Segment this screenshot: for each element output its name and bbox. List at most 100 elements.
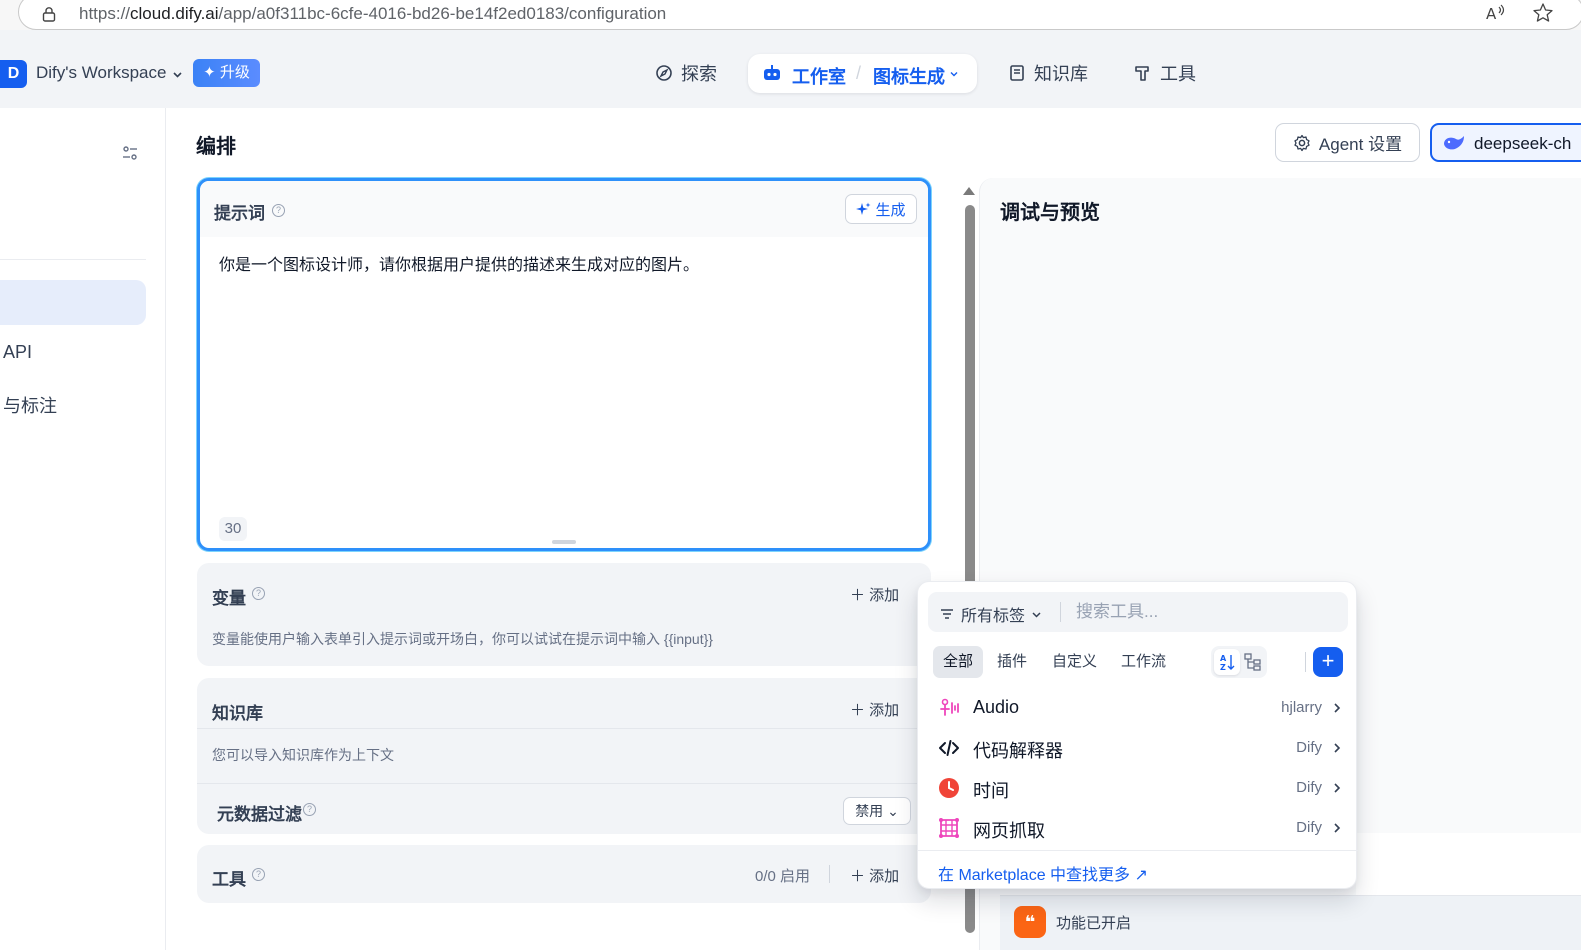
help-icon[interactable]: ?	[303, 803, 316, 816]
compass-icon	[656, 65, 672, 81]
nav-tools-label: 工具	[1160, 64, 1196, 84]
quote-icon: ❝	[1014, 906, 1046, 938]
tool-author: Dify	[1296, 779, 1322, 796]
tool-name: Audio	[973, 697, 1020, 717]
robot-icon	[764, 65, 780, 80]
browser-toolbar: https://cloud.dify.ai/app/a0f311bc-6cfe-…	[0, 0, 1581, 30]
page-title: 编排	[196, 136, 236, 158]
debug-chat-area	[1356, 833, 1581, 895]
prompt-char-count: 30	[219, 517, 247, 541]
audio-icon	[940, 698, 959, 716]
metadata-filter-select[interactable]: 禁用 ⌄	[843, 797, 911, 825]
code-icon	[939, 740, 959, 756]
tools-title: 工具	[212, 870, 246, 889]
tool-author: Dify	[1296, 819, 1322, 836]
sidebar-item-orchestrate[interactable]	[0, 280, 146, 325]
sort-az-icon: AZ	[1220, 654, 1235, 672]
tool-picker-popover: 所有标签 全部 插件 自定义 工作流 AZ + Audio hjlarry 代码…	[917, 581, 1358, 889]
read-aloud-icon[interactable]: A	[1484, 2, 1506, 24]
clock-icon	[939, 778, 959, 798]
nav-studio[interactable]: 工作室 / 图标生成	[748, 54, 977, 93]
tool-item-audio[interactable]: Audio hjlarry	[918, 688, 1358, 728]
agent-settings-button[interactable]: Agent 设置	[1275, 123, 1420, 162]
tree-view-button[interactable]	[1240, 649, 1266, 675]
nav-studio-label: 工作室	[792, 67, 846, 87]
variables-add-button[interactable]: ＋ 添加	[850, 584, 899, 605]
resize-handle[interactable]	[552, 540, 576, 544]
tool-search-input[interactable]	[1076, 600, 1336, 624]
address-url[interactable]: https://cloud.dify.ai/app/a0f311bc-6cfe-…	[79, 4, 666, 24]
sidebar-toggle-icon[interactable]	[121, 144, 139, 162]
tool-item-code-interpreter[interactable]: 代码解释器 Dify	[918, 728, 1358, 768]
prompt-title: 提示词	[214, 204, 265, 223]
chevron-right-icon	[1334, 783, 1341, 793]
tool-name: 时间	[973, 781, 1009, 801]
web-scraper-icon	[939, 818, 959, 838]
tool-name: 网页抓取	[973, 821, 1045, 841]
tag-filter-dropdown[interactable]: 所有标签	[939, 602, 1042, 626]
sidebar-item-logs[interactable]: 与标注	[3, 392, 57, 418]
agent-settings-label: Agent 设置	[1318, 135, 1403, 154]
help-icon[interactable]: ?	[252, 868, 265, 881]
marketplace-link[interactable]: 在 Marketplace 中查找更多 ↗	[938, 861, 1148, 885]
tools-add-button[interactable]: ＋ 添加	[850, 865, 899, 886]
workspace-name[interactable]: Dify's Workspace	[36, 63, 166, 83]
nav-tools[interactable]: 工具	[1134, 54, 1196, 92]
upgrade-button[interactable]: ✦ 升级	[193, 59, 260, 87]
nav-explore[interactable]: 探索	[655, 54, 717, 92]
svg-text:A: A	[1220, 654, 1227, 663]
prompt-header: 提示词 ? 生成	[200, 181, 928, 237]
sidebar-item-api[interactable]: API	[3, 342, 32, 363]
help-icon[interactable]: ?	[252, 587, 265, 600]
debug-title: 调试与预览	[1000, 202, 1100, 224]
knowledge-divider	[197, 728, 931, 729]
variables-card: 变量 ? ＋ 添加 变量能使用户输入表单引入提示词或开场白，你可以试试在提示词中…	[197, 563, 931, 666]
variables-description: 变量能使用户输入表单引入提示词或开场白，你可以试试在提示词中输入 {{input…	[212, 631, 713, 647]
help-icon[interactable]: ?	[272, 204, 285, 217]
knowledge-add-button[interactable]: ＋ 添加	[850, 699, 899, 720]
tab-custom[interactable]: 自定义	[1042, 646, 1107, 678]
generate-label: 生成	[875, 201, 906, 219]
model-selector[interactable]: deepseek-ch	[1430, 123, 1581, 162]
tool-search-bar: 所有标签	[928, 592, 1348, 632]
search-separator	[1060, 602, 1061, 622]
chevron-down-icon	[1032, 611, 1041, 618]
chevron-right-icon	[1334, 823, 1341, 833]
tree-icon	[1244, 653, 1261, 671]
tool-item-time[interactable]: 时间 Dify	[918, 768, 1358, 808]
tools-add-label: 添加	[869, 868, 900, 885]
view-mode-toggle: AZ	[1211, 646, 1267, 678]
hammer-icon	[1135, 66, 1149, 81]
knowledge-description: 您可以导入知识库作为上下文	[212, 747, 394, 763]
nav-knowledge[interactable]: 知识库	[1008, 54, 1088, 92]
variables-add-label: 添加	[869, 587, 900, 604]
app-header: D Dify's Workspace ✦ 升级 探索 工作室 / 图标生成 知识…	[0, 38, 1581, 108]
nav-explore-label: 探索	[681, 64, 717, 84]
chevron-right-icon	[1334, 703, 1341, 713]
tool-author: hjlarry	[1281, 699, 1322, 716]
chevron-right-icon	[1334, 743, 1341, 753]
workspace-avatar[interactable]: D	[0, 60, 27, 88]
tab-all[interactable]: 全部	[933, 646, 984, 678]
current-app-name[interactable]: 图标生成	[873, 63, 945, 89]
sort-view-button[interactable]: AZ	[1214, 649, 1240, 675]
book-icon	[1010, 65, 1024, 81]
svg-text:A: A	[1486, 5, 1497, 23]
tab-workflow[interactable]: 工作流	[1111, 646, 1176, 678]
chevron-down-icon[interactable]	[172, 69, 183, 80]
prompt-textarea[interactable]: 你是一个图标设计师，请你根据用户提供的描述来生成对应的图片。	[219, 251, 699, 275]
tools-separator	[829, 865, 830, 883]
app-sidebar: API 与标注	[0, 108, 166, 950]
metadata-filter-label: 元数据过滤	[217, 805, 302, 824]
tools-card: 工具 ? 0/0 启用 ＋ 添加	[197, 845, 931, 903]
tag-filter-label: 所有标签	[961, 608, 1026, 625]
chevron-down-icon[interactable]	[949, 69, 959, 79]
add-tool-button[interactable]: +	[1313, 647, 1343, 677]
favorite-star-icon[interactable]	[1532, 2, 1554, 24]
breadcrumb-separator: /	[856, 63, 862, 83]
generate-button[interactable]: 生成	[845, 194, 917, 224]
scroll-up-arrow[interactable]	[963, 187, 975, 195]
tab-plugins[interactable]: 插件	[987, 646, 1037, 678]
tool-item-web-scraper[interactable]: 网页抓取 Dify	[918, 808, 1358, 848]
nav-knowledge-label: 知识库	[1034, 64, 1088, 84]
